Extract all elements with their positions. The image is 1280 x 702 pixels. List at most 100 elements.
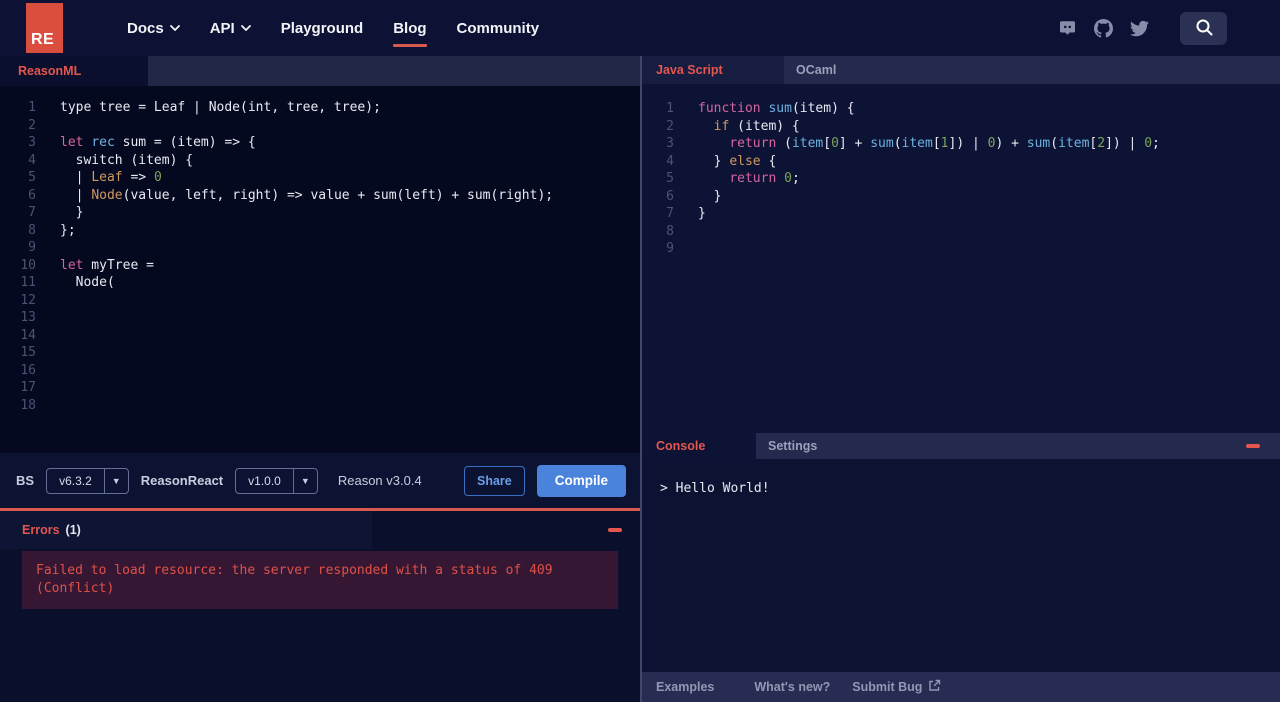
tab-errors[interactable]: Errors (1)	[0, 511, 372, 549]
reasonml-code-editor[interactable]: 1 2 3 4 5 6 7 8 9 10 11 12 13 14 15 16 17 18 type tree = …	[0, 86, 640, 453]
bs-label: BS	[16, 473, 35, 488]
nav-item-docs[interactable]: Docs	[127, 20, 180, 37]
line-number: 8	[28, 222, 36, 238]
top-nav: RE Docs API Playground Blog Community	[0, 0, 1280, 56]
code-line: let myTree =	[60, 257, 154, 273]
line-number: 1	[28, 100, 36, 115]
line-number: 15	[20, 345, 36, 360]
nav-item-label: Docs	[127, 19, 164, 37]
output-tabbar: Java Script OCaml	[642, 56, 1280, 84]
footer-link-submit-bug[interactable]: Submit Bug	[852, 679, 941, 695]
nav-item-label: API	[209, 19, 235, 37]
code-line: }	[698, 188, 722, 204]
reason-logo[interactable]: RE	[26, 3, 63, 53]
code-line: | Leaf => 0	[60, 170, 162, 185]
compile-button[interactable]: Compile	[536, 464, 626, 497]
line-number-gutter: 1 2 3 4 5 6 7 8 9 10 11 12 13 14 15 16 17 18	[0, 99, 36, 453]
tab-ocaml[interactable]: OCaml	[784, 63, 836, 77]
bs-version-select[interactable]: v6.3.2 ▼	[46, 467, 129, 494]
toolbar: BS v6.3.2 ▼ ReasonReact v1.0.0 ▼ Reason …	[0, 453, 640, 508]
line-number: 16	[20, 362, 36, 378]
reason-tabbar: ReasonML	[0, 56, 640, 86]
line-number: 6	[666, 188, 674, 204]
line-number: 8	[666, 223, 674, 239]
code-line: } else {	[698, 153, 777, 169]
code-line: }	[60, 205, 84, 220]
line-number: 2	[666, 118, 674, 134]
nav-item-playground[interactable]: Playground	[281, 20, 364, 37]
javascript-code: function sum(item) { if (item) { return …	[674, 100, 1160, 433]
line-number: 1	[666, 101, 674, 116]
code-line: type tree = Leaf | Node(int, tree, tree)…	[60, 100, 381, 115]
code-line: };	[60, 222, 76, 238]
reasonml-code: type tree = Leaf | Node(int, tree, tree)…	[36, 99, 553, 453]
line-number: 5	[28, 170, 36, 185]
reasonreact-version-select[interactable]: v1.0.0 ▼	[235, 467, 318, 494]
line-number-gutter: 1 2 3 4 5 6 7 8 9	[642, 100, 674, 433]
search-button[interactable]	[1180, 11, 1227, 45]
reason-version-text: Reason v3.0.4	[337, 473, 422, 488]
code-line: }	[698, 206, 706, 221]
line-number: 13	[20, 310, 36, 325]
javascript-code-editor[interactable]: 1 2 3 4 5 6 7 8 9 function sum(item) { if (item)…	[642, 84, 1280, 433]
nav-item-label: Blog	[393, 19, 427, 37]
nav-item-community[interactable]: Community	[457, 20, 540, 37]
code-line: function sum(item) {	[698, 101, 855, 116]
errors-header: Errors (1)	[0, 511, 640, 549]
bs-version-value: v6.3.2	[59, 473, 92, 488]
output-panel: Java Script OCaml 1 2 3 4 5 6 7 8 9 function sum…	[642, 56, 1280, 702]
reasonreact-label: ReasonReact	[140, 473, 224, 488]
footer-link-whats-new[interactable]: What's new?	[754, 680, 830, 694]
minimize-console-button[interactable]	[1246, 444, 1260, 448]
nav-item-label: Playground	[280, 19, 364, 37]
line-number: 12	[20, 292, 36, 308]
reason-panel: ReasonML 1 2 3 4 5 6 7 8 9 10 11 12 13 14 15 16 17 18 typ…	[0, 56, 640, 702]
line-number: 6	[28, 187, 36, 203]
minimize-errors-button[interactable]	[608, 528, 622, 532]
line-number: 2	[28, 117, 36, 133]
tab-javascript[interactable]: Java Script	[642, 56, 784, 84]
errors-title: Errors	[22, 523, 60, 537]
code-line: switch (item) {	[60, 152, 194, 168]
line-number: 10	[20, 257, 36, 273]
discord-icon[interactable]	[1058, 19, 1077, 37]
nav-item-api[interactable]: API	[210, 20, 251, 37]
toolbar-actions: Share Compile	[463, 464, 626, 497]
line-number: 3	[666, 136, 674, 151]
tab-console[interactable]: Console	[642, 433, 756, 459]
external-link-icon	[928, 679, 941, 695]
chevron-down-icon	[169, 25, 180, 31]
line-number: 7	[28, 205, 36, 220]
main-split: ReasonML 1 2 3 4 5 6 7 8 9 10 11 12 13 14 15 16 17 18 typ…	[0, 56, 1280, 702]
footer-link-examples[interactable]: Examples	[656, 680, 714, 694]
tab-settings[interactable]: Settings	[756, 439, 817, 453]
line-number: 3	[28, 135, 36, 150]
share-button[interactable]: Share	[463, 465, 525, 496]
code-line: return 0;	[729, 171, 800, 186]
nav-item-blog[interactable]: Blog	[393, 19, 427, 47]
github-icon[interactable]	[1094, 18, 1113, 38]
chevron-down-icon	[240, 25, 251, 31]
nav-menu: Docs API Playground Blog Community	[127, 19, 540, 47]
line-number: 11	[20, 275, 36, 290]
line-number: 4	[666, 153, 674, 169]
app-root: RE Docs API Playground Blog Community Reason…	[0, 0, 1280, 702]
console-tabbar: Console Settings	[642, 433, 1280, 459]
line-number: 14	[20, 327, 36, 343]
line-number: 4	[28, 152, 36, 168]
line-number: 9	[28, 240, 36, 255]
error-message: Failed to load resource: the server resp…	[22, 551, 618, 609]
errors-panel: Errors (1) Failed to load resource: the …	[0, 508, 640, 702]
dropdown-arrow-icon: ▼	[292, 468, 317, 493]
console-output-line: > Hello World!	[660, 481, 770, 496]
tab-reasonml[interactable]: ReasonML	[0, 56, 148, 86]
nav-social-icons	[1058, 11, 1280, 45]
code-line: Node(	[60, 275, 115, 290]
console-output: > Hello World!	[642, 459, 1280, 672]
reasonreact-version-value: v1.0.0	[248, 473, 281, 488]
twitter-icon[interactable]	[1130, 19, 1149, 38]
dropdown-arrow-icon: ▼	[103, 468, 128, 493]
code-line: if (item) {	[713, 118, 800, 134]
playground-footer: Examples What's new? Submit Bug	[642, 672, 1280, 702]
